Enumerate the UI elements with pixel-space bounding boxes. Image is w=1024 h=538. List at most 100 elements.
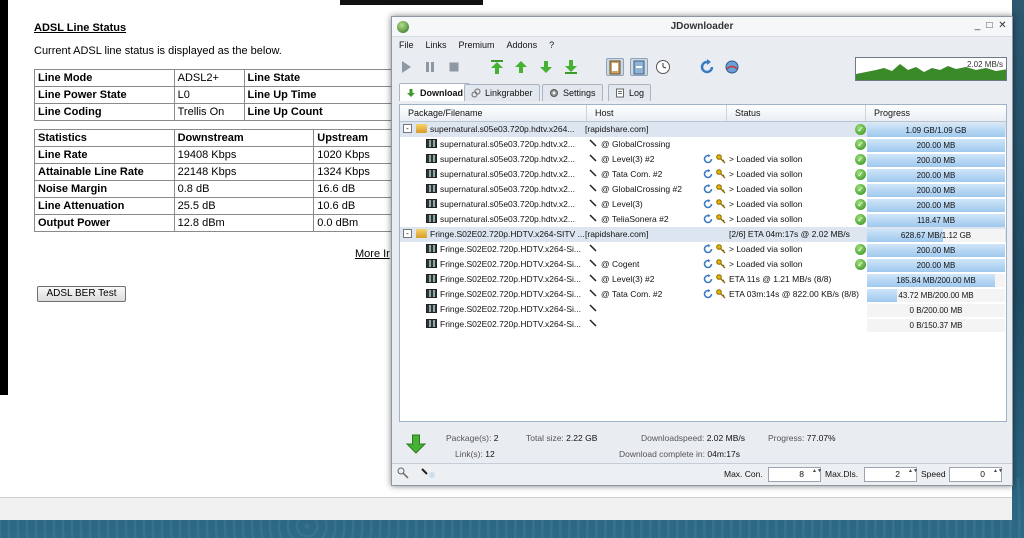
adsl-ber-test-button[interactable]: ADSL BER Test xyxy=(37,286,126,302)
stats-cell: 19408 Kbps xyxy=(173,146,315,164)
progress-text: 200.00 MB xyxy=(916,141,956,150)
reconnect-icon xyxy=(703,169,713,179)
menu-premium[interactable]: Premium xyxy=(459,40,495,50)
progress-bar: 200.00 MB xyxy=(867,199,1005,212)
progress-text: 200.00 MB xyxy=(916,201,956,210)
tab-linkgrabber-label: Linkgrabber xyxy=(485,88,533,98)
column-progress[interactable]: Progress xyxy=(866,105,1006,121)
package-name: supernatural.s05e03.720p.hdtv.x264... xyxy=(430,124,575,134)
clipboard-monitor-icon[interactable] xyxy=(420,467,436,481)
tab-download[interactable]: Download xyxy=(399,83,470,101)
close-button[interactable]: ✕ xyxy=(997,20,1008,32)
line-table: Line Mode ADSL2+ Line State Line Power Stat… xyxy=(34,69,425,121)
stats-cell: Attainable Line Rate xyxy=(34,163,175,181)
collapse-toggle[interactable]: - xyxy=(403,229,412,238)
packages-summary: Package(s): 2 xyxy=(446,433,499,443)
menu-help[interactable]: ? xyxy=(549,40,554,50)
file-row[interactable]: supernatural.s05e03.720p.hdtv.x2... @ Tel… xyxy=(400,212,1006,227)
reconnect-toggle-icon[interactable] xyxy=(630,58,648,76)
tab-settings[interactable]: Settings xyxy=(542,84,603,101)
file-name: supernatural.s05e03.720p.hdtv.x2... xyxy=(440,169,575,179)
file-row[interactable]: Fringe.S02E02.720p.HDTV.x264-Si... @ Coge… xyxy=(400,257,1006,272)
file-row[interactable]: supernatural.s05e03.720p.hdtv.x2... @ Lev… xyxy=(400,152,1006,167)
gear-icon xyxy=(549,88,559,98)
clipboard-icon[interactable] xyxy=(606,58,624,76)
file-host: @ Tata Com. #2 xyxy=(601,169,663,179)
summary-area: Package(s): 2 Link(s): 12 Total size: 2.… xyxy=(399,427,1007,463)
line-table-cell: Line Mode xyxy=(34,69,175,87)
video-file-icon xyxy=(426,259,437,268)
file-row[interactable]: supernatural.s05e03.720p.hdtv.x2... @ Tat… xyxy=(400,167,1006,182)
file-status: > Loaded via sollon xyxy=(729,199,803,209)
links-summary: Link(s): 12 xyxy=(455,449,495,459)
column-status[interactable]: Status xyxy=(727,105,866,121)
move-down-icon[interactable] xyxy=(537,58,555,76)
video-file-icon xyxy=(426,154,437,163)
tab-linkgrabber[interactable]: Linkgrabber xyxy=(464,84,540,101)
file-row[interactable]: Fringe.S02E02.720p.HDTV.x264-Si... @ Leve… xyxy=(400,272,1006,287)
premium-key-icon xyxy=(716,154,726,164)
menu-file[interactable]: File xyxy=(399,40,414,50)
move-up-icon[interactable] xyxy=(512,58,530,76)
speed-limit-spinner[interactable]: 0 xyxy=(949,467,1002,482)
resume-disabled-icon xyxy=(589,259,597,267)
column-host[interactable]: Host xyxy=(587,105,727,121)
tab-download-label: Download xyxy=(420,87,463,98)
tab-settings-label: Settings xyxy=(563,88,596,98)
file-row[interactable]: Fringe.S02E02.720p.HDTV.x264-Si... > Load… xyxy=(400,242,1006,257)
package-row[interactable]: - supernatural.s05e03.720p.hdtv.x264... [r… xyxy=(400,122,1006,137)
progress-bar: 200.00 MB xyxy=(867,184,1005,197)
progress-bar: 200.00 MB xyxy=(867,259,1005,272)
horizontal-scrollbar[interactable] xyxy=(0,497,1012,520)
window-title: JDownloader xyxy=(670,21,734,32)
move-bottom-icon[interactable] xyxy=(562,58,580,76)
file-status: > Loaded via sollon xyxy=(729,259,803,269)
more-info-link[interactable]: More Ir xyxy=(355,248,390,260)
speed-limit-label: Speed xyxy=(921,469,946,479)
resume-disabled-icon xyxy=(589,319,597,327)
line-table-cell: Line Coding xyxy=(34,103,175,121)
clock-icon[interactable] xyxy=(654,58,672,76)
speed-graph: 2.02 MB/s xyxy=(855,57,1007,81)
download-arrow-icon xyxy=(406,88,416,98)
resume-disabled-icon xyxy=(589,199,597,207)
file-row[interactable]: Fringe.S02E02.720p.HDTV.x264-Si... 0 B/15… xyxy=(400,317,1006,332)
play-icon[interactable] xyxy=(397,58,415,76)
max-connections-spinner[interactable]: 8 xyxy=(768,467,821,482)
collapse-toggle[interactable]: - xyxy=(403,124,412,133)
stats-row: Attainable Line Rate 22148 Kbps 1324 Kbps xyxy=(34,163,424,181)
file-row[interactable]: supernatural.s05e03.720p.hdtv.x2... @ Lev… xyxy=(400,197,1006,212)
file-name: Fringe.S02E02.720p.HDTV.x264-Si... xyxy=(440,274,581,284)
file-row[interactable]: supernatural.s05e03.720p.hdtv.x2... @ Glo… xyxy=(400,137,1006,152)
stop-icon[interactable] xyxy=(445,58,463,76)
progress-text: 200.00 MB xyxy=(916,261,956,270)
file-row[interactable]: supernatural.s05e03.720p.hdtv.x2... @ Glo… xyxy=(400,182,1006,197)
progress-bar: 118.47 MB xyxy=(867,214,1005,227)
adsl-status-section: ADSL Line Status Current ADSL line statu… xyxy=(34,22,425,240)
max-downloads-label: Max.Dls. xyxy=(825,469,859,479)
refresh-icon[interactable] xyxy=(698,58,716,76)
line-table-row: Line Coding Trellis On Line Up Count xyxy=(34,103,425,121)
progress-summary: Progress: 77.07% xyxy=(768,433,836,443)
minimize-button[interactable]: _ xyxy=(972,20,983,32)
progress-text: 200.00 MB xyxy=(916,156,956,165)
progress-bar: 200.00 MB xyxy=(867,139,1005,152)
premium-key-icon[interactable] xyxy=(397,467,409,481)
max-downloads-spinner[interactable]: 2 xyxy=(864,467,917,482)
maximize-button[interactable]: □ xyxy=(984,20,995,32)
pause-icon[interactable] xyxy=(421,58,439,76)
file-name: supernatural.s05e03.720p.hdtv.x2... xyxy=(440,214,575,224)
column-package-filename[interactable]: Package/Filename xyxy=(400,105,587,121)
file-row[interactable]: Fringe.S02E02.720p.HDTV.x264-Si... @ Tata… xyxy=(400,287,1006,302)
download-rows: - supernatural.s05e03.720p.hdtv.x264... [r… xyxy=(400,122,1006,332)
resume-disabled-icon xyxy=(589,304,597,312)
package-row[interactable]: - Fringe.S02E02.720p.HDTV.x264-SITV ... [r… xyxy=(400,227,1006,242)
check-icon: ✓ xyxy=(855,154,866,165)
update-globe-icon[interactable] xyxy=(723,58,741,76)
menu-links[interactable]: Links xyxy=(426,40,447,50)
file-name: supernatural.s05e03.720p.hdtv.x2... xyxy=(440,154,575,164)
file-row[interactable]: Fringe.S02E02.720p.HDTV.x264-Si... 0 B/20… xyxy=(400,302,1006,317)
move-top-icon[interactable] xyxy=(488,58,506,76)
menu-addons[interactable]: Addons xyxy=(507,40,538,50)
tab-log[interactable]: Log xyxy=(608,84,652,101)
